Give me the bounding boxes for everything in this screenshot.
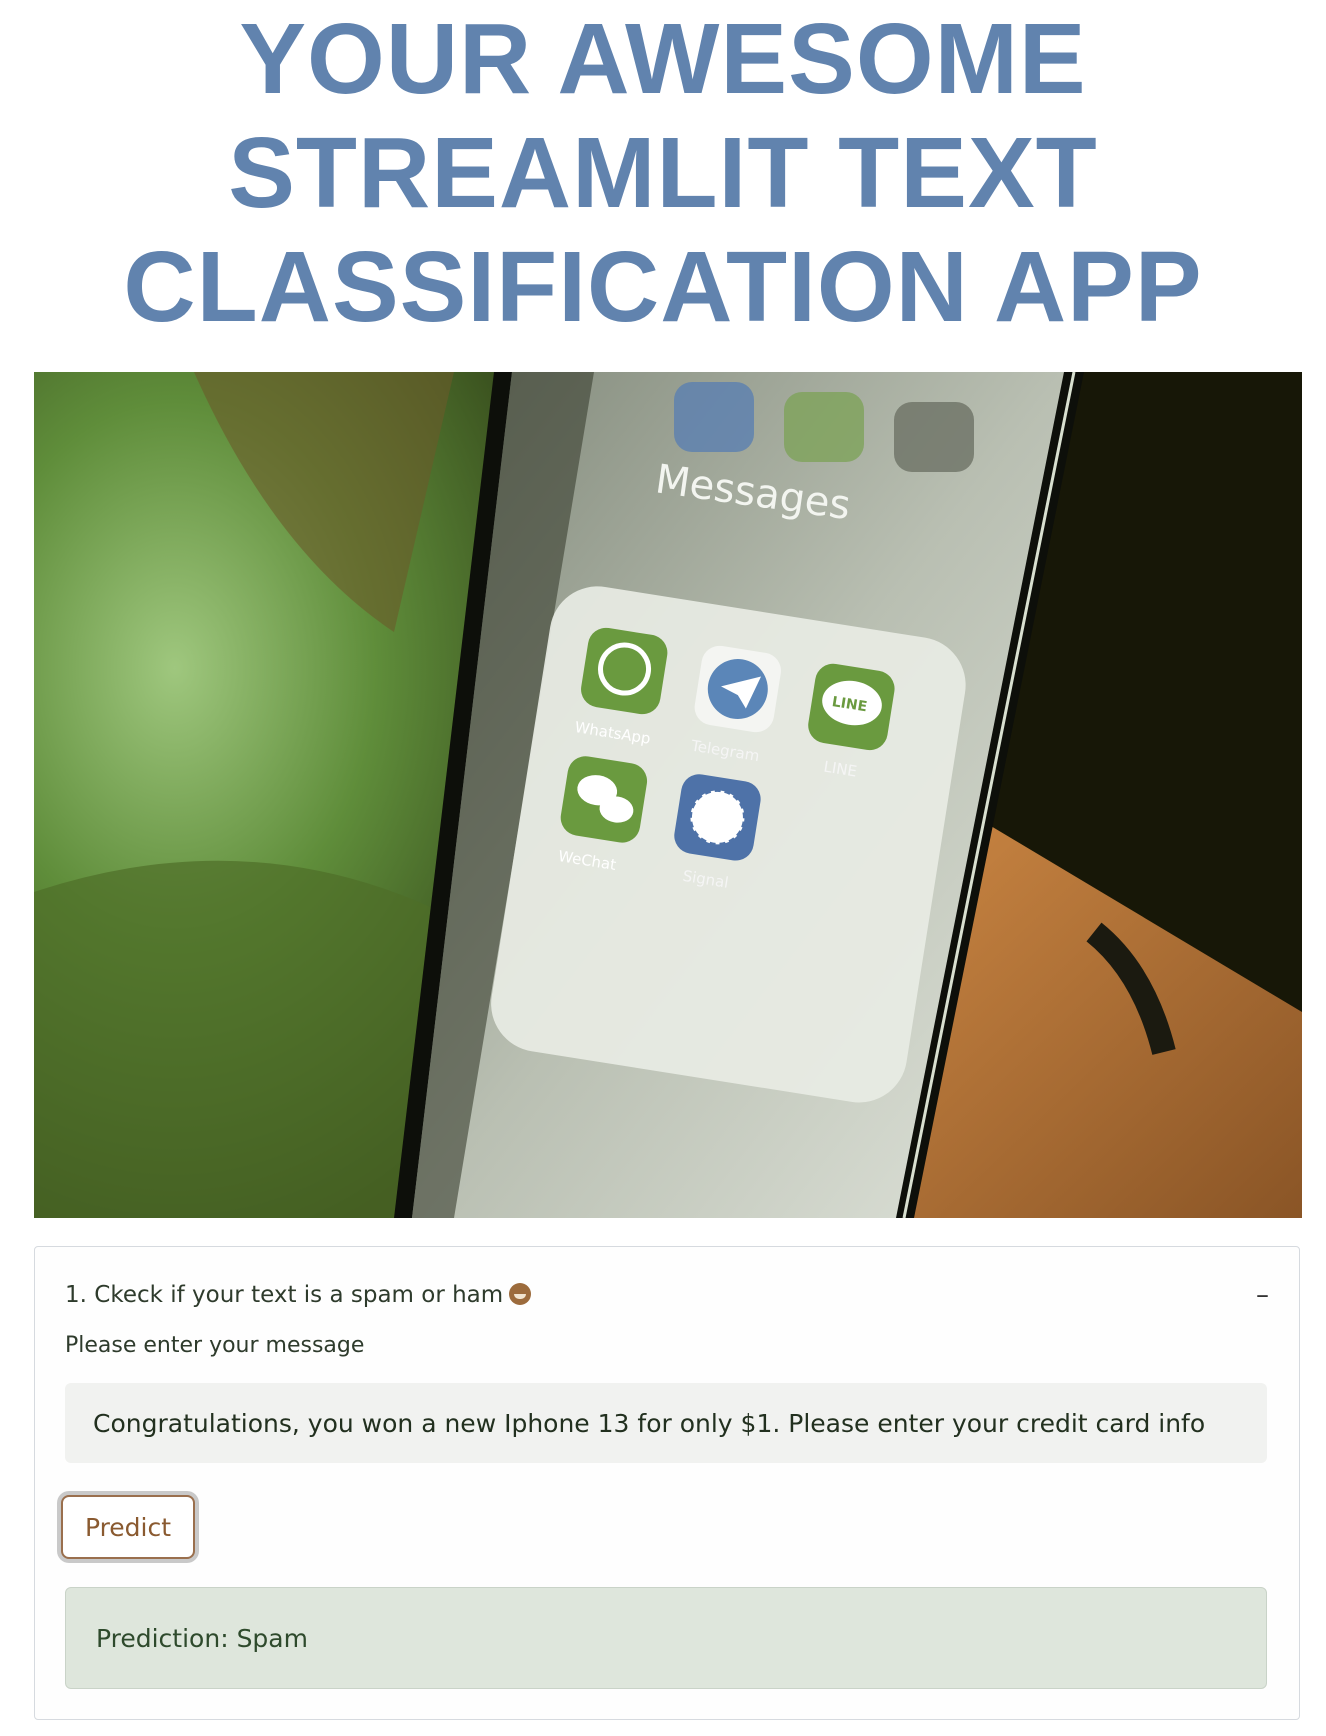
title-line-1: YOUR AWESOME (239, 3, 1087, 115)
predict-button[interactable]: Predict (61, 1495, 195, 1559)
title-line-2: STREAMLIT TEXT (228, 117, 1098, 229)
message-input-label: Please enter your message (65, 1333, 365, 1358)
expander-title-text: 1. Ckeck if your text is a spam or ham (65, 1282, 504, 1308)
collapse-icon[interactable]: – (1256, 1280, 1269, 1310)
phone-photo: Messages WhatsApp Telegram LINE LINE WeC… (34, 372, 1302, 1218)
page-title: YOUR AWESOME STREAMLIT TEXT CLASSIFICATI… (0, 0, 1326, 344)
expander-title: 1. Ckeck if your text is a spam or ham (65, 1282, 532, 1308)
expander-header[interactable]: 1. Ckeck if your text is a spam or ham – (65, 1277, 1269, 1313)
title-line-3: CLASSIFICATION APP (123, 231, 1203, 343)
grinning-face-icon (509, 1283, 532, 1305)
whatsapp-icon (581, 627, 668, 715)
spam-check-expander: 1. Ckeck if your text is a spam or ham –… (34, 1246, 1300, 1720)
prediction-result: Prediction: Spam (65, 1587, 1267, 1689)
hero-image: Messages WhatsApp Telegram LINE LINE WeC… (34, 372, 1302, 1218)
message-input[interactable]: Congratulations, you won a new Iphone 13… (65, 1383, 1267, 1463)
